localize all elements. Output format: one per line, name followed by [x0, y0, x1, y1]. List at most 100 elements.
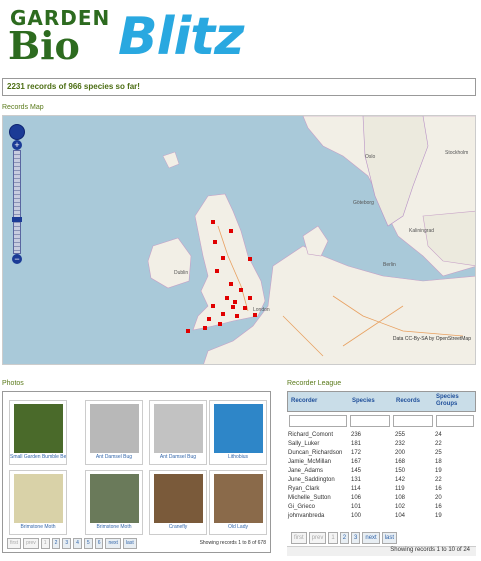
map-label-berlin: Berlin [383, 262, 396, 268]
pager-first: first [7, 538, 22, 549]
records-summary: 2231 records of 966 species so far! [2, 78, 476, 96]
cell-records: 168 [395, 459, 406, 465]
map-label-goteborg: Göteborg [353, 200, 374, 206]
photo-image[interactable] [14, 474, 63, 523]
records-filter-input[interactable] [393, 415, 433, 427]
photo-card[interactable]: Ant Damsel Bug [85, 400, 143, 465]
photo-caption[interactable]: Lithobius [210, 454, 266, 460]
cell-groups: 24 [435, 432, 442, 438]
table-row[interactable]: Ryan_Clark 114 119 16 [287, 486, 476, 495]
photo-image[interactable] [90, 474, 139, 523]
table-row[interactable]: Richard_Comont 236 255 24 [287, 432, 476, 441]
photo-image[interactable] [214, 474, 263, 523]
map-zoom-control: + − [9, 124, 27, 276]
photo-card[interactable]: Cranefly [149, 470, 207, 535]
cell-recorder: Ryan_Clark [288, 486, 320, 492]
recorder-league-title: Recorder League [287, 380, 342, 387]
photo-card[interactable]: Old Lady [209, 470, 267, 535]
pager-last[interactable]: last [122, 538, 137, 549]
pager-page-4[interactable]: 4 [73, 538, 82, 549]
col-species-groups[interactable]: Species Groups [436, 394, 476, 408]
cell-species: 172 [351, 450, 362, 456]
cell-recorder: Jamie_McMillan [288, 459, 332, 465]
zoom-slider-handle[interactable] [12, 217, 22, 222]
map-attribution: Data CC-By-SA by OpenStreetMap [392, 336, 471, 342]
photo-caption[interactable]: Old Lady [210, 524, 266, 530]
map-label-dublin: Dublin [174, 270, 188, 276]
pager-page-2[interactable]: 2 [339, 532, 350, 544]
recorder-filter-input[interactable] [289, 415, 347, 427]
pager-page-3[interactable]: 3 [351, 532, 361, 544]
photo-card[interactable]: Ant Damsel Bug [149, 400, 207, 465]
species-filter-input[interactable] [350, 415, 390, 427]
table-row[interactable]: johnvanbreda 100 104 19 [287, 513, 476, 522]
photos-panel: Small Garden Bumble Bee Ant Damsel Bug A… [2, 391, 271, 553]
cell-recorder: Jane_Adams [288, 468, 324, 474]
pager-page-6[interactable]: 6 [94, 538, 104, 549]
site-logo: GARDEN Bio Blitz [6, 4, 268, 68]
cell-groups: 19 [435, 468, 442, 474]
cell-records: 119 [395, 486, 405, 492]
col-species[interactable]: Species [352, 398, 375, 404]
photo-image[interactable] [154, 404, 203, 453]
table-row[interactable]: Gi_Grieco 101 102 16 [287, 504, 476, 513]
photo-caption[interactable]: Ant Damsel Bug [150, 454, 206, 460]
photos-pager-info: Showing records 1 to 8 of 678 [199, 540, 266, 546]
pager-page-2[interactable]: 2 [51, 538, 61, 549]
cell-species: 100 [351, 513, 362, 519]
cell-records: 150 [395, 468, 406, 474]
photo-caption[interactable]: Ant Damsel Bug [86, 454, 142, 460]
col-recorder[interactable]: Recorder [291, 398, 317, 404]
table-row[interactable]: Jane_Adams 145 150 19 [287, 468, 476, 477]
cell-recorder: johnvanbreda [288, 513, 325, 519]
table-row[interactable]: June_Saddington 131 142 22 [287, 477, 476, 486]
cell-recorder: Duncan_Richardson [288, 450, 343, 456]
photo-card[interactable]: Small Garden Bumble Bee [9, 400, 67, 465]
photo-card[interactable]: Brimstone Moth [85, 470, 143, 535]
cell-groups: 18 [435, 459, 442, 465]
cell-groups: 20 [435, 495, 442, 501]
photo-image[interactable] [214, 404, 263, 453]
table-header: Recorder Species Records Species Groups [287, 391, 476, 412]
map-label-london: London [253, 307, 270, 313]
cell-groups: 16 [435, 504, 442, 510]
logo-blitz-text: Blitz [118, 7, 244, 67]
cell-records: 232 [395, 441, 406, 447]
cell-species: 167 [351, 459, 362, 465]
photo-image[interactable] [90, 404, 139, 453]
cell-species: 131 [351, 477, 362, 483]
photo-caption[interactable]: Brimstone Moth [86, 524, 142, 530]
zoom-in-icon[interactable]: + [12, 140, 22, 150]
col-records[interactable]: Records [396, 398, 420, 404]
pager-page-5[interactable]: 5 [83, 538, 93, 549]
table-row[interactable]: Sally_Luker 181 232 22 [287, 441, 476, 450]
records-map[interactable]: Stockholm Göteborg Oslo Kaliningrad Dubl… [2, 115, 476, 365]
zoom-bar[interactable] [12, 150, 22, 254]
photo-caption[interactable]: Brimstone Moth [10, 524, 66, 530]
pager-prev: prev [23, 538, 39, 549]
zoom-out-icon[interactable]: − [12, 254, 22, 264]
table-row[interactable]: Michelle_Sutton 106 108 20 [287, 495, 476, 504]
pager-last[interactable]: last [381, 532, 398, 544]
groups-filter-input[interactable] [436, 415, 474, 427]
table-row[interactable]: Duncan_Richardson 172 200 25 [287, 450, 476, 459]
cell-species: 145 [351, 468, 362, 474]
cell-groups: 16 [435, 486, 442, 492]
photo-card[interactable]: Brimstone Moth [9, 470, 67, 535]
pan-icon[interactable] [9, 124, 25, 140]
pager-next[interactable]: next [362, 532, 380, 544]
table-row[interactable]: Jamie_McMillan 167 168 18 [287, 459, 476, 468]
photo-caption[interactable]: Small Garden Bumble Bee [10, 454, 66, 460]
cell-recorder: June_Saddington [288, 477, 335, 483]
photo-caption[interactable]: Cranefly [150, 524, 206, 530]
pager-page-3[interactable]: 3 [62, 538, 72, 549]
photo-image[interactable] [14, 404, 63, 453]
league-pager-info: Showing records 1 to 10 of 24 [287, 546, 476, 556]
cell-records: 200 [395, 450, 406, 456]
photo-card[interactable]: Lithobius [209, 400, 267, 465]
cell-species: 236 [351, 432, 362, 438]
pager-prev: prev [308, 532, 327, 544]
recorder-league-table: Recorder Species Records Species Groups … [287, 391, 476, 556]
photo-image[interactable] [154, 474, 203, 523]
pager-next[interactable]: next [105, 538, 121, 549]
